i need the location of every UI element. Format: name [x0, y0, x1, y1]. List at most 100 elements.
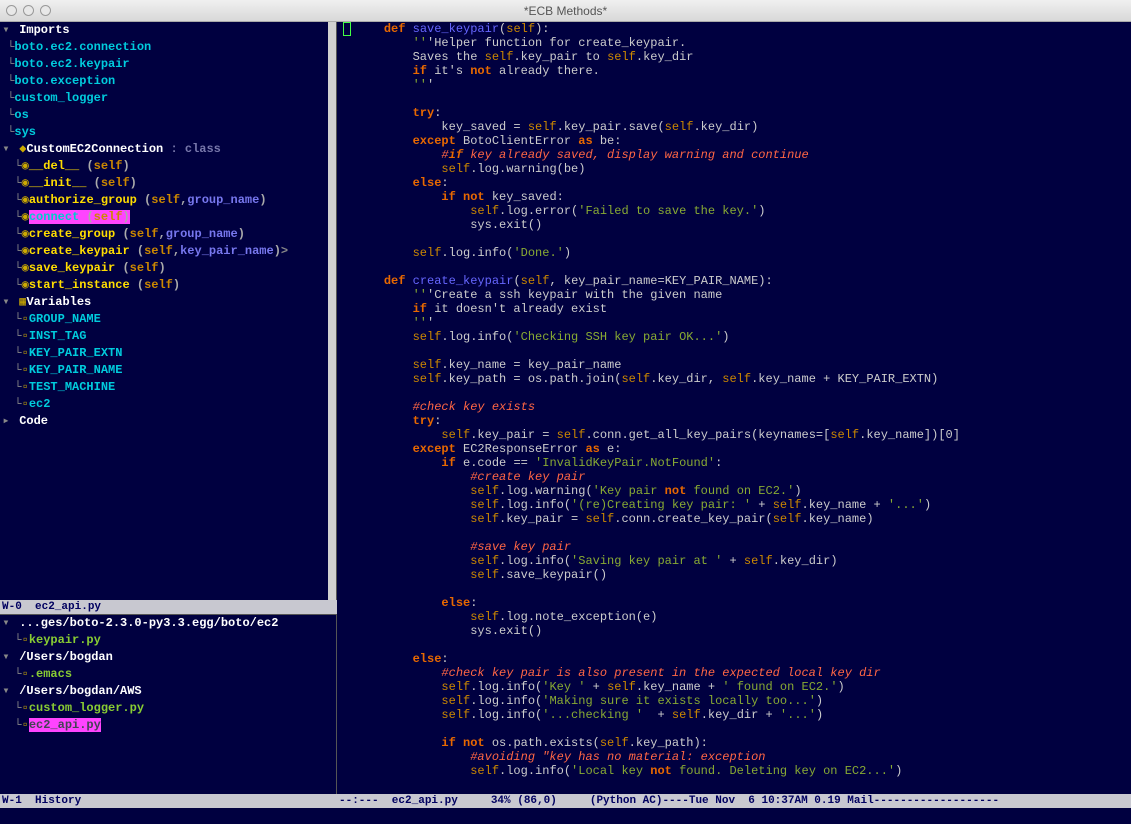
history-item[interactable]: ▾ ...ges/boto-2.3.0-py3.3.egg/boto/ec2 [0, 615, 336, 632]
code-line[interactable]: ''' [355, 78, 1131, 92]
code-line[interactable]: Saves the self.key_pair to self.key_dir [355, 50, 1131, 64]
history-item[interactable]: ▾ /Users/bogdan [0, 649, 336, 666]
code-line[interactable]: #check key exists [355, 400, 1131, 414]
code-line[interactable]: if e.code == 'InvalidKeyPair.NotFound': [355, 456, 1131, 470]
tree-item[interactable]: └◉connect (self) [0, 209, 336, 226]
code-line[interactable]: self.log.info('Checking SSH key pair OK.… [355, 330, 1131, 344]
minibuffer[interactable] [0, 808, 1131, 824]
tree-item[interactable]: └▫TEST_MACHINE [0, 379, 336, 396]
tree-item[interactable]: └◉__init__ (self) [0, 175, 336, 192]
tree-item[interactable]: └▫KEY_PAIR_EXTN [0, 345, 336, 362]
code-line[interactable]: if it doesn't already exist [355, 302, 1131, 316]
code-line[interactable]: #avoiding "key has no material: exceptio… [355, 750, 1131, 764]
code-line[interactable]: else: [355, 176, 1131, 190]
code-line[interactable]: except EC2ResponseError as e: [355, 442, 1131, 456]
code-line[interactable]: self.log.warning(be) [355, 162, 1131, 176]
cursor-indicator [343, 22, 351, 36]
code-line[interactable]: def save_keypair(self): [355, 22, 1131, 36]
code-line[interactable]: '''Create a ssh keypair with the given n… [355, 288, 1131, 302]
tree-item[interactable]: └os [0, 107, 336, 124]
code-line[interactable]: self.key_pair = self.conn.get_all_key_pa… [355, 428, 1131, 442]
code-line[interactable] [355, 232, 1131, 246]
history-item[interactable]: └▫ec2_api.py [0, 717, 336, 734]
window-title: *ECB Methods* [524, 4, 607, 18]
code-line[interactable] [355, 526, 1131, 540]
history-item[interactable]: └▫.emacs [0, 666, 336, 683]
minimize-window-button[interactable] [23, 5, 34, 16]
code-line[interactable]: '''Helper function for create_keypair. [355, 36, 1131, 50]
history-panel[interactable]: ▾ ...ges/boto-2.3.0-py3.3.egg/boto/ec2 └… [0, 614, 337, 794]
tree-item[interactable]: └boto.exception [0, 73, 336, 90]
scrollbar[interactable] [328, 22, 336, 600]
code-line[interactable] [355, 260, 1131, 274]
code-line[interactable]: #save key pair [355, 540, 1131, 554]
code-line[interactable]: def create_keypair(self, key_pair_name=K… [355, 274, 1131, 288]
close-window-button[interactable] [6, 5, 17, 16]
code-line[interactable]: self.log.info('(re)Creating key pair: ' … [355, 498, 1131, 512]
code-line[interactable]: ''' [355, 316, 1131, 330]
code-line[interactable]: self.log.info('...checking ' + self.key_… [355, 708, 1131, 722]
history-statusbar: W-1 History [0, 794, 337, 808]
code-line[interactable] [355, 722, 1131, 736]
code-line[interactable]: self.save_keypair() [355, 568, 1131, 582]
tree-item[interactable]: └◉create_group (self,group_name) [0, 226, 336, 243]
code-line[interactable] [355, 344, 1131, 358]
code-line[interactable]: self.log.info('Saving key pair at ' + se… [355, 554, 1131, 568]
code-statusbar: --:--- ec2_api.py 34% (86,0) (Python AC)… [337, 794, 1131, 808]
tree-item[interactable]: └▫ec2 [0, 396, 336, 413]
methods-panel[interactable]: ▾ Imports └boto.ec2.connection └boto.ec2… [0, 22, 337, 600]
code-line[interactable]: try: [355, 106, 1131, 120]
code-line[interactable]: try: [355, 414, 1131, 428]
code-line[interactable]: self.log.note_exception(e) [355, 610, 1131, 624]
code-line[interactable]: #create key pair [355, 470, 1131, 484]
code-line[interactable]: self.log.info('Making sure it exists loc… [355, 694, 1131, 708]
tree-item[interactable]: ▸ Code [0, 413, 336, 430]
tree-item[interactable]: ▾ Imports [0, 22, 336, 39]
code-line[interactable]: self.log.info('Done.') [355, 246, 1131, 260]
code-line[interactable]: self.log.warning('Key pair not found on … [355, 484, 1131, 498]
tree-item[interactable]: ▾ ▦Variables [0, 294, 336, 311]
zoom-window-button[interactable] [40, 5, 51, 16]
code-line[interactable] [355, 582, 1131, 596]
code-line[interactable]: if not key_saved: [355, 190, 1131, 204]
code-line[interactable]: except BotoClientError as be: [355, 134, 1131, 148]
history-item[interactable]: └▫keypair.py [0, 632, 336, 649]
tree-item[interactable]: └▫KEY_PAIR_NAME [0, 362, 336, 379]
tree-item[interactable]: └boto.ec2.connection [0, 39, 336, 56]
code-line[interactable]: if not os.path.exists(self.key_path): [355, 736, 1131, 750]
code-line[interactable]: else: [355, 652, 1131, 666]
tree-item[interactable]: └boto.ec2.keypair [0, 56, 336, 73]
tree-item[interactable]: └sys [0, 124, 336, 141]
code-line[interactable]: if it's not already there. [355, 64, 1131, 78]
code-panel[interactable]: def save_keypair(self): '''Helper functi… [337, 22, 1131, 808]
code-line[interactable]: key_saved = self.key_pair.save(self.key_… [355, 120, 1131, 134]
tree-item[interactable]: └◉create_keypair (self,key_pair_name)> [0, 243, 336, 260]
code-line[interactable]: #check key pair is also present in the e… [355, 666, 1131, 680]
tree-item[interactable]: └◉start_instance (self) [0, 277, 336, 294]
history-item[interactable]: └▫custom_logger.py [0, 700, 336, 717]
code-line[interactable]: self.log.info('Local key not found. Dele… [355, 764, 1131, 778]
code-line[interactable]: #if key already saved, display warning a… [355, 148, 1131, 162]
tree-item[interactable]: └▫GROUP_NAME [0, 311, 336, 328]
code-line[interactable] [355, 386, 1131, 400]
code-line[interactable]: self.log.error('Failed to save the key.'… [355, 204, 1131, 218]
code-line[interactable] [355, 92, 1131, 106]
history-item[interactable]: ▾ /Users/bogdan/AWS [0, 683, 336, 700]
tree-item[interactable]: ▾ ◆CustomEC2Connection : class [0, 141, 336, 158]
code-line[interactable]: sys.exit() [355, 624, 1131, 638]
code-line[interactable] [355, 638, 1131, 652]
window-titlebar: *ECB Methods* [0, 0, 1131, 22]
code-line[interactable]: self.key_pair = self.conn.create_key_pai… [355, 512, 1131, 526]
code-line[interactable]: self.key_name = key_pair_name [355, 358, 1131, 372]
traffic-lights [6, 5, 51, 16]
tree-item[interactable]: └▫INST_TAG [0, 328, 336, 345]
tree-item[interactable]: └◉__del__ (self) [0, 158, 336, 175]
code-line[interactable]: else: [355, 596, 1131, 610]
code-line[interactable]: sys.exit() [355, 218, 1131, 232]
tree-item[interactable]: └custom_logger [0, 90, 336, 107]
code-line[interactable]: self.key_path = os.path.join(self.key_di… [355, 372, 1131, 386]
left-panel: ▾ Imports └boto.ec2.connection └boto.ec2… [0, 22, 337, 808]
tree-item[interactable]: └◉save_keypair (self) [0, 260, 336, 277]
tree-item[interactable]: └◉authorize_group (self,group_name) [0, 192, 336, 209]
code-line[interactable]: self.log.info('Key ' + self.key_name + '… [355, 680, 1131, 694]
